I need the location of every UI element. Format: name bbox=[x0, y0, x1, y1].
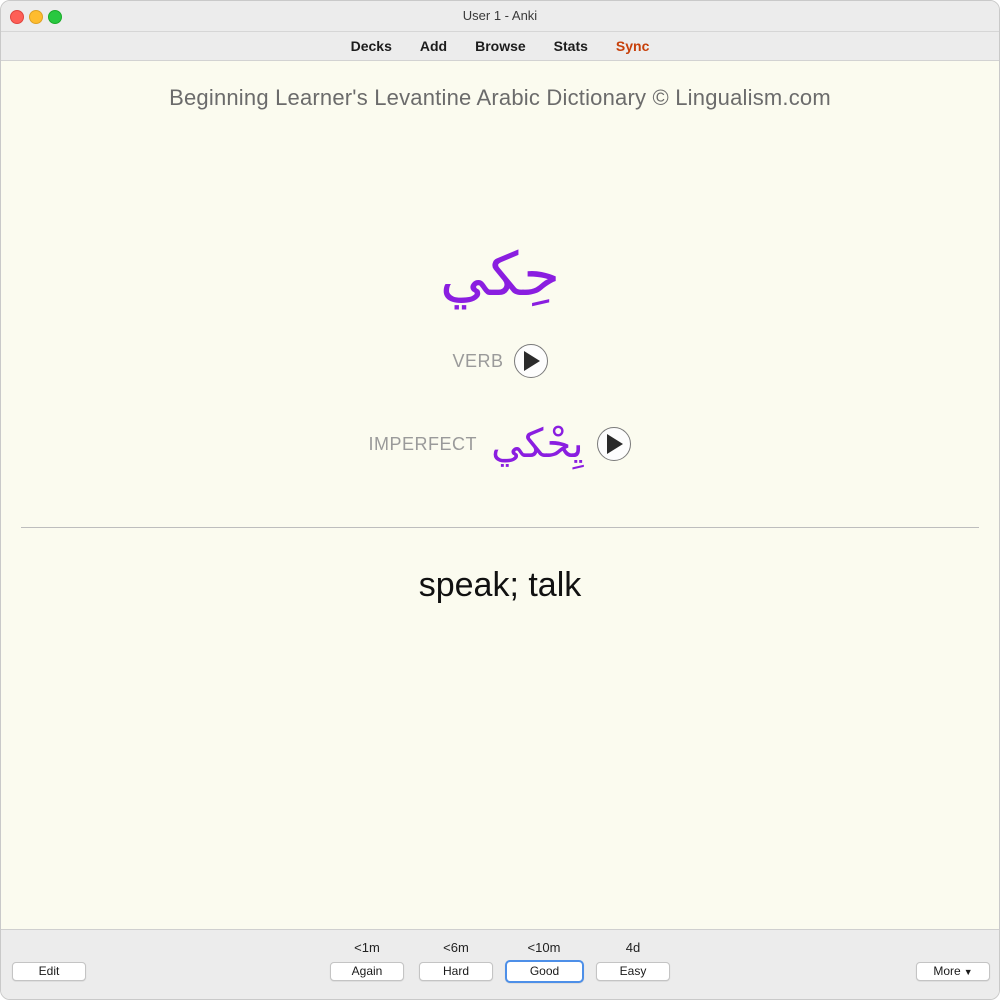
hard-button[interactable]: Hard bbox=[419, 962, 493, 981]
add-link[interactable]: Add bbox=[406, 38, 461, 54]
easy-button[interactable]: Easy bbox=[596, 962, 670, 981]
caret-down-icon: ▼ bbox=[963, 967, 973, 977]
main-toolbar: Decks Add Browse Stats Sync bbox=[1, 32, 999, 61]
answer-divider bbox=[21, 527, 979, 528]
imperfect-word: يِحْكي bbox=[491, 421, 584, 467]
stats-link[interactable]: Stats bbox=[540, 38, 602, 54]
play-imperfect-audio-button[interactable] bbox=[597, 427, 632, 461]
anki-window: User 1 - Anki Decks Add Browse Stats Syn… bbox=[0, 0, 1000, 1000]
card-view: Beginning Learner's Levantine Arabic Dic… bbox=[1, 61, 999, 929]
answer-text: speak; talk bbox=[418, 566, 582, 604]
again-button[interactable]: Again bbox=[330, 962, 404, 981]
good-button[interactable]: Good bbox=[505, 960, 584, 983]
play-word-audio-button[interactable] bbox=[513, 344, 548, 378]
hard-interval: <6m bbox=[443, 940, 469, 955]
browse-link[interactable]: Browse bbox=[461, 38, 540, 54]
play-icon bbox=[523, 351, 540, 371]
edit-button[interactable]: Edit bbox=[12, 962, 86, 981]
title-bar[interactable]: User 1 - Anki bbox=[1, 1, 999, 32]
dictionary-title: Beginning Learner's Levantine Arabic Dic… bbox=[169, 85, 831, 110]
imperfect-row: IMPERFECT يِحْكي bbox=[1, 421, 999, 467]
sync-link[interactable]: Sync bbox=[602, 38, 663, 54]
good-interval: <10m bbox=[527, 940, 561, 955]
easy-interval: 4d bbox=[625, 940, 641, 955]
more-button-label: More bbox=[933, 964, 961, 978]
arabic-word: حِكي bbox=[439, 240, 561, 310]
review-bottom-bar: Edit <1m Again <6m Hard <10m Good 4d Eas… bbox=[1, 929, 999, 999]
window-title: User 1 - Anki bbox=[462, 8, 538, 23]
again-interval: <1m bbox=[354, 940, 380, 955]
more-button[interactable]: More ▼ bbox=[916, 962, 990, 981]
play-icon bbox=[607, 434, 624, 454]
part-of-speech-label: VERB bbox=[452, 350, 504, 371]
part-of-speech-row: VERB bbox=[1, 344, 999, 378]
imperfect-label: IMPERFECT bbox=[368, 433, 478, 454]
decks-link[interactable]: Decks bbox=[337, 38, 406, 54]
